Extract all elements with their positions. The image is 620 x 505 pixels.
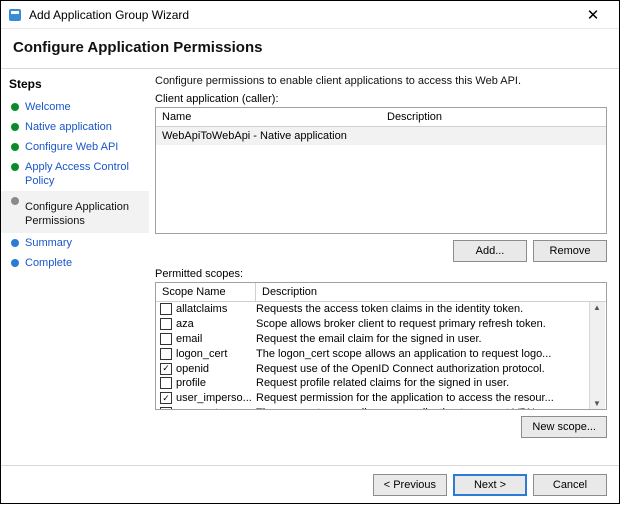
scope-name: aza	[176, 318, 256, 330]
scope-desc: The logon_cert scope allows an applicati…	[256, 348, 602, 360]
step-bullet-icon	[11, 259, 19, 267]
steps-sidebar: Steps Welcome Native application Configure…	[1, 69, 149, 505]
scope-name: allatclaims	[176, 303, 256, 315]
scope-checkbox[interactable]	[160, 392, 172, 404]
steps-heading: Steps	[1, 75, 149, 97]
step-label: Welcome	[25, 100, 71, 114]
step-bullet-icon	[11, 197, 19, 205]
scope-checkbox[interactable]	[160, 363, 172, 375]
step-label: Summary	[25, 236, 72, 250]
client-col-desc: Description	[381, 108, 606, 126]
scope-checkbox[interactable]	[160, 303, 172, 315]
next-button[interactable]: Next >	[453, 474, 527, 496]
remove-button[interactable]: Remove	[533, 240, 607, 262]
step-4: Configure Application Permissions	[1, 191, 149, 233]
client-row[interactable]: WebApiToWebApi - Native application	[156, 127, 606, 145]
previous-button[interactable]: < Previous	[373, 474, 447, 496]
scope-row[interactable]: emailRequest the email claim for the sig…	[156, 332, 606, 347]
scope-desc: Scope allows broker client to request pr…	[256, 318, 602, 330]
scope-desc: Request permission for the application t…	[256, 392, 602, 404]
add-button[interactable]: Add...	[453, 240, 527, 262]
scope-name: openid	[176, 363, 256, 375]
scope-name: vpn_cert	[176, 407, 256, 409]
scope-name: profile	[176, 377, 256, 389]
scope-col-desc: Description	[256, 283, 606, 301]
new-scope-button[interactable]: New scope...	[521, 416, 607, 438]
scope-row[interactable]: azaScope allows broker client to request…	[156, 317, 606, 332]
step-label: Native application	[25, 120, 112, 134]
intro-text: Configure permissions to enable client a…	[155, 75, 607, 87]
step-label: Complete	[25, 256, 72, 270]
scope-name: logon_cert	[176, 348, 256, 360]
step-3[interactable]: Apply Access Control Policy	[1, 157, 149, 191]
client-applications-list[interactable]: Name Description WebApiToWebApi - Native…	[155, 107, 607, 234]
app-icon	[7, 7, 23, 23]
scrollbar[interactable]	[589, 302, 605, 409]
scope-checkbox[interactable]	[160, 333, 172, 345]
scope-checkbox[interactable]	[160, 348, 172, 360]
scope-checkbox[interactable]	[160, 407, 172, 409]
close-icon[interactable]: ✕	[573, 6, 613, 24]
step-bullet-icon	[11, 123, 19, 131]
scope-row[interactable]: logon_certThe logon_cert scope allows an…	[156, 346, 606, 361]
step-label: Configure Application Permissions	[25, 200, 141, 228]
title-bar: Add Application Group Wizard ✕	[1, 1, 619, 29]
scope-row[interactable]: openidRequest use of the OpenID Connect …	[156, 361, 606, 376]
scope-desc: Request the email claim for the signed i…	[256, 333, 602, 345]
step-bullet-icon	[11, 143, 19, 151]
scope-checkbox[interactable]	[160, 318, 172, 330]
main-panel: Configure permissions to enable client a…	[149, 69, 619, 505]
permitted-scopes-list[interactable]: Scope Name Description allatclaimsReques…	[155, 282, 607, 410]
scope-desc: Request profile related claims for the s…	[256, 377, 602, 389]
client-col-name: Name	[156, 108, 381, 126]
scope-desc: Request use of the OpenID Connect author…	[256, 363, 602, 375]
window-title: Add Application Group Wizard	[29, 8, 189, 22]
step-label: Configure Web API	[25, 140, 118, 154]
scope-col-name: Scope Name	[156, 283, 256, 301]
step-bullet-icon	[11, 163, 19, 171]
step-bullet-icon	[11, 103, 19, 111]
wizard-button-bar: < Previous Next > Cancel	[1, 465, 619, 503]
scope-row[interactable]: profileRequest profile related claims fo…	[156, 376, 606, 391]
cancel-button[interactable]: Cancel	[533, 474, 607, 496]
step-6[interactable]: Complete	[1, 253, 149, 273]
step-bullet-icon	[11, 239, 19, 247]
scope-name: email	[176, 333, 256, 345]
page-title: Configure Application Permissions	[1, 29, 619, 69]
scope-desc: The vpn_cert scope allows an application…	[256, 407, 602, 409]
scope-row[interactable]: vpn_certThe vpn_cert scope allows an app…	[156, 406, 606, 409]
step-0[interactable]: Welcome	[1, 97, 149, 117]
step-5[interactable]: Summary	[1, 233, 149, 253]
step-label: Apply Access Control Policy	[25, 160, 141, 188]
scopes-label: Permitted scopes:	[155, 268, 607, 280]
scope-row[interactable]: allatclaimsRequests the access token cla…	[156, 302, 606, 317]
scope-name: user_imperso...	[176, 392, 256, 404]
scope-row[interactable]: user_imperso...Request permission for th…	[156, 391, 606, 406]
scope-desc: Requests the access token claims in the …	[256, 303, 602, 315]
step-1[interactable]: Native application	[1, 117, 149, 137]
scope-checkbox[interactable]	[160, 377, 172, 389]
client-label: Client application (caller):	[155, 93, 607, 105]
step-2[interactable]: Configure Web API	[1, 137, 149, 157]
